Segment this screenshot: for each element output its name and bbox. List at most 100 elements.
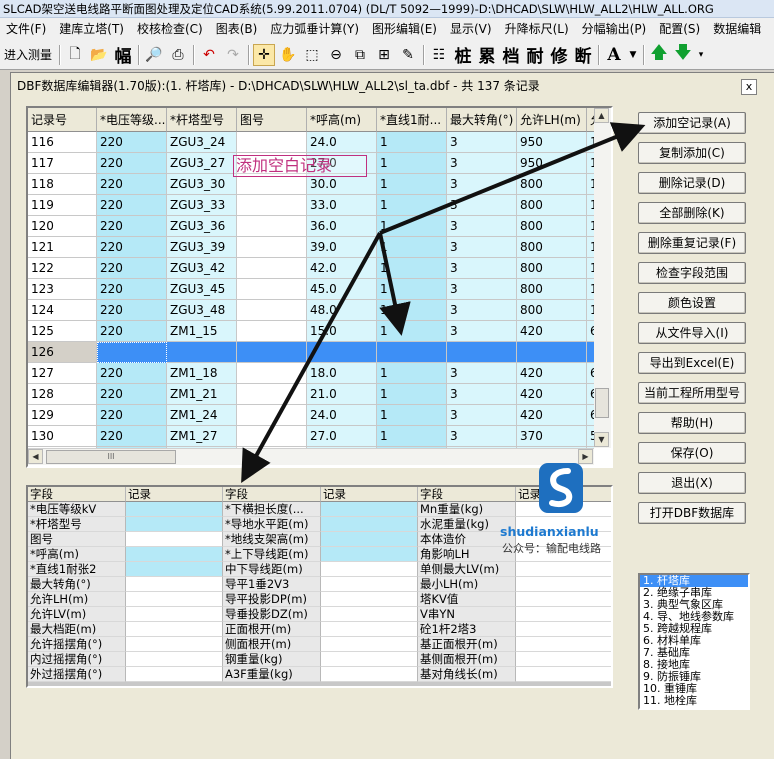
table-cell[interactable]	[237, 321, 307, 342]
field-value-cell[interactable]	[321, 592, 418, 607]
table-cell[interactable]: 420	[517, 363, 587, 384]
field-value-cell[interactable]	[126, 547, 223, 562]
add-empty-record-button[interactable]: 添加空记录(A)	[638, 112, 746, 134]
undo-icon[interactable]: ↶	[198, 44, 220, 66]
menu-item-3[interactable]: 校核检查(C)	[131, 18, 210, 40]
table-row[interactable]: 130220ZM1_27 27.0133705	[28, 426, 594, 447]
detail-row[interactable]: 最大转角(°) 导平1垂2V3 最小LH(m)	[28, 577, 611, 592]
table-row[interactable]: 116220ZGU3_2424.0139501	[28, 132, 594, 153]
table-cell[interactable]	[517, 342, 587, 363]
color-settings-button[interactable]: 颜色设置	[638, 292, 746, 314]
table-cell[interactable]: ZM1_18	[167, 363, 237, 384]
table-cell[interactable]: 3	[447, 384, 517, 405]
table-row[interactable]: 121220ZGU3_3939.0138001	[28, 237, 594, 258]
table-cell[interactable]: 3	[447, 132, 517, 153]
current-project-models-button[interactable]: 当前工程所用型号	[638, 382, 746, 404]
field-value-cell[interactable]	[516, 637, 611, 652]
field-value-cell[interactable]	[321, 667, 418, 682]
field-value-cell[interactable]	[321, 652, 418, 667]
table-cell[interactable]: 220	[97, 300, 167, 321]
table-cell[interactable]	[237, 363, 307, 384]
crosshair-icon[interactable]: ✛	[253, 43, 276, 66]
table-cell[interactable]: 15.0	[307, 321, 377, 342]
detail-row[interactable]: 最大档距(m) 正面根开(m) 砼1杆2塔3	[28, 622, 611, 637]
library-item[interactable]: 11. 地栓库	[640, 695, 748, 707]
record-number-cell[interactable]: 123	[28, 279, 97, 300]
table-cell[interactable]	[237, 216, 307, 237]
span-glyph-button[interactable]: 档	[500, 44, 522, 67]
table-cell[interactable]: 950	[517, 153, 587, 174]
table-cell[interactable]: 800	[517, 258, 587, 279]
table-cell[interactable]	[377, 342, 447, 363]
record-number-cell[interactable]: 126	[28, 342, 97, 363]
table-cell[interactable]: 3	[447, 174, 517, 195]
table-cell[interactable]: 220	[97, 195, 167, 216]
table-cell[interactable]: 1	[377, 237, 447, 258]
table-cell[interactable]: 220	[97, 153, 167, 174]
record-number-cell[interactable]: 130	[28, 426, 97, 447]
table-cell[interactable]: 1	[377, 426, 447, 447]
record-number-cell[interactable]: 124	[28, 300, 97, 321]
field-value-cell[interactable]	[126, 532, 223, 547]
vertical-scroll-thumb[interactable]	[595, 388, 609, 418]
field-value-cell[interactable]	[321, 517, 418, 532]
table-cell[interactable]: ZM1_27	[167, 426, 237, 447]
field-value-cell[interactable]	[321, 637, 418, 652]
table-cell[interactable]: 6	[587, 363, 594, 384]
table-cell[interactable]: 220	[97, 174, 167, 195]
export-to-excel-button[interactable]: 导出到Excel(E)	[638, 352, 746, 374]
print-preview-icon[interactable]: 🔎	[143, 44, 165, 66]
table-cell[interactable]	[237, 405, 307, 426]
table-row[interactable]: 127220ZM1_18 18.0134206	[28, 363, 594, 384]
table-cell[interactable]	[237, 258, 307, 279]
table-cell[interactable]: 42.0	[307, 258, 377, 279]
arrow-up-icon[interactable]: 🡅	[648, 43, 670, 66]
column-header[interactable]: 最大转角(°)	[447, 108, 517, 132]
table-cell[interactable]: 220	[97, 426, 167, 447]
table-cell[interactable]: 1	[587, 300, 594, 321]
table-cell[interactable]	[237, 174, 307, 195]
library-list[interactable]: 1. 杆塔库 2. 绝缘子串库 3. 典型气象区库 4. 导、地线参数库 5. 跨越规程…	[638, 573, 750, 710]
table-cell[interactable]: 3	[447, 426, 517, 447]
table-cell[interactable]: 370	[517, 426, 587, 447]
table-cell[interactable]: ZM1_15	[167, 321, 237, 342]
table-cell[interactable]: 1	[587, 174, 594, 195]
table-cell[interactable]: 420	[517, 321, 587, 342]
field-value-cell[interactable]	[126, 562, 223, 577]
table-row[interactable]: 125220ZM1_15 15.0134206	[28, 321, 594, 342]
table-cell[interactable]: 1	[377, 384, 447, 405]
import-from-file-button[interactable]: 从文件导入(I)	[638, 322, 746, 344]
field-value-cell[interactable]	[321, 547, 418, 562]
table-cell[interactable]: 1	[377, 132, 447, 153]
table-cell[interactable]	[307, 342, 377, 363]
help-button[interactable]: 帮助(H)	[638, 412, 746, 434]
font-button[interactable]: A	[603, 44, 625, 66]
table-cell[interactable]: 220	[97, 321, 167, 342]
table-cell[interactable]: 3	[447, 153, 517, 174]
table-cell[interactable]: ZM1_21	[167, 384, 237, 405]
table-cell[interactable]: 18.0	[307, 363, 377, 384]
table-cell[interactable]: 800	[517, 279, 587, 300]
table-row[interactable]: 128220ZM1_21 21.0134206	[28, 384, 594, 405]
table-cell[interactable]	[97, 342, 167, 363]
table-cell[interactable]: 220	[97, 237, 167, 258]
table-row[interactable]: 119220ZGU3_3333.0138001	[28, 195, 594, 216]
table-cell[interactable]: 1	[587, 132, 594, 153]
table-cell[interactable]: 6	[587, 321, 594, 342]
field-value-cell[interactable]	[126, 592, 223, 607]
field-value-cell[interactable]	[126, 637, 223, 652]
record-number-cell[interactable]: 118	[28, 174, 97, 195]
detail-row[interactable]: *直线1耐张2 中下导线距(m) 单侧最大LV(m)	[28, 562, 611, 577]
field-value-cell[interactable]	[516, 667, 611, 682]
field-value-cell[interactable]	[126, 577, 223, 592]
table-cell[interactable]	[237, 384, 307, 405]
table-cell[interactable]	[237, 237, 307, 258]
tension-glyph-button[interactable]: 耐	[524, 44, 546, 67]
scroll-down-arrow[interactable]: ▼	[594, 432, 609, 447]
menu-item-8[interactable]: 升降标尺(L)	[499, 18, 576, 40]
frame-glyph-button[interactable]: 幅	[112, 44, 134, 67]
column-header[interactable]: 图号	[237, 108, 307, 132]
table-cell[interactable]: ZGU3_30	[167, 174, 237, 195]
table-cell[interactable]	[587, 342, 594, 363]
table-cell[interactable]	[447, 342, 517, 363]
